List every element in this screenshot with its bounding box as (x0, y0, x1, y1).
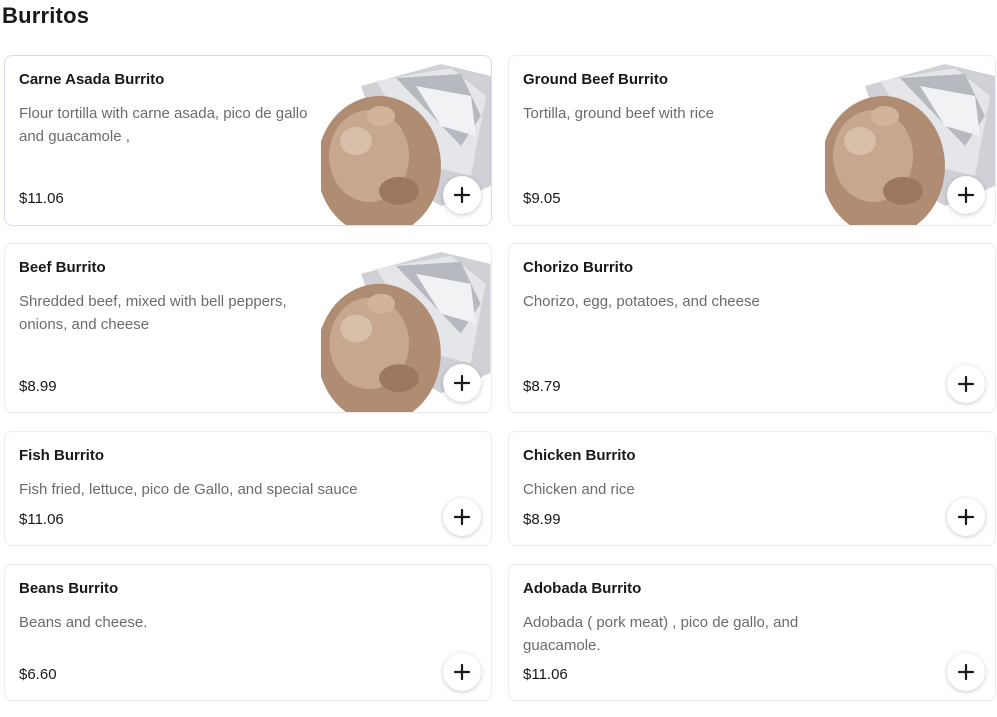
item-description: Tortilla, ground beef with rice (523, 105, 714, 122)
item-description: Adobada ( pork meat) , pico de gallo, an… (523, 614, 799, 654)
menu-item-card[interactable]: Ground Beef Burrito Tortilla, ground bee… (508, 55, 996, 226)
menu-item-card[interactable]: Fish Burrito Fish fried, lettuce, pico d… (4, 431, 492, 546)
add-to-cart-button[interactable] (947, 176, 985, 214)
plus-icon (957, 663, 975, 681)
item-price: $11.06 (19, 511, 64, 528)
item-description: Beans and cheese. (19, 614, 148, 631)
plus-icon (957, 186, 975, 204)
add-to-cart-button[interactable] (443, 498, 481, 536)
plus-icon (957, 375, 975, 393)
menu-item-card[interactable]: Adobada Burrito Adobada ( pork meat) , p… (508, 564, 996, 701)
section-title: Burritos (2, 3, 90, 28)
menu-item-card[interactable]: Carne Asada Burrito Flour tortilla with … (4, 55, 492, 226)
plus-icon (453, 374, 471, 392)
menu-item-card[interactable]: Chicken Burrito Chicken and rice $8.99 (508, 431, 996, 546)
menu-item-card[interactable]: Beans Burrito Beans and cheese. $6.60 (4, 564, 492, 701)
item-name: Beans Burrito (19, 580, 119, 597)
item-name: Adobada Burrito (523, 580, 642, 597)
add-to-cart-button[interactable] (443, 176, 481, 214)
item-description: Fish fried, lettuce, pico de Gallo, and … (19, 481, 358, 498)
item-price: $11.06 (523, 666, 568, 683)
item-price: $6.60 (19, 666, 57, 683)
plus-icon (453, 186, 471, 204)
plus-icon (453, 508, 471, 526)
add-to-cart-button[interactable] (947, 365, 985, 403)
item-name: Ground Beef Burrito (523, 71, 668, 88)
item-name: Chicken Burrito (523, 447, 636, 464)
item-name: Fish Burrito (19, 447, 104, 464)
add-to-cart-button[interactable] (443, 364, 481, 402)
item-name: Chorizo Burrito (523, 259, 633, 276)
item-price: $8.99 (523, 511, 561, 528)
menu-item-card[interactable]: Beef Burrito Shredded beef, mixed with b… (4, 243, 492, 413)
item-price: $9.05 (523, 190, 561, 207)
add-to-cart-button[interactable] (443, 653, 481, 691)
item-name: Carne Asada Burrito (19, 71, 165, 88)
plus-icon (453, 663, 471, 681)
item-description: Chicken and rice (523, 481, 635, 498)
item-description: Chorizo, egg, potatoes, and cheese (523, 293, 760, 310)
menu-item-card[interactable]: Chorizo Burrito Chorizo, egg, potatoes, … (508, 243, 996, 413)
item-description: Flour tortilla with carne asada, pico de… (19, 105, 308, 145)
item-name: Beef Burrito (19, 259, 106, 276)
item-price: $11.06 (19, 190, 64, 207)
add-to-cart-button[interactable] (947, 653, 985, 691)
item-price: $8.79 (523, 378, 561, 395)
plus-icon (957, 508, 975, 526)
item-description: Shredded beef, mixed with bell peppers, … (19, 293, 287, 333)
add-to-cart-button[interactable] (947, 498, 985, 536)
item-price: $8.99 (19, 378, 57, 395)
